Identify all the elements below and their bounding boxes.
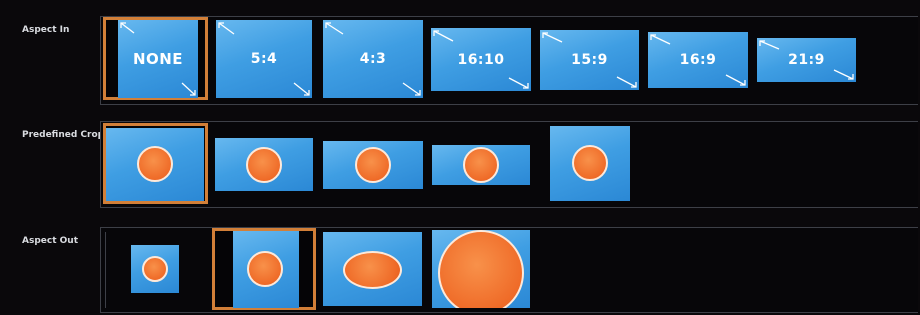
aspect-out-option-3[interactable]	[323, 232, 422, 306]
crop-option-2[interactable]	[215, 138, 313, 191]
crop-option-1[interactable]	[106, 128, 204, 201]
crop-option-5[interactable]	[550, 126, 630, 201]
aspect-in-label: Aspect In	[22, 25, 70, 35]
aspect-out-option-2[interactable]	[233, 231, 299, 308]
aspect-option-label: 21:9	[788, 52, 825, 68]
aspect-out-option-1[interactable]	[131, 245, 179, 293]
circle-icon	[247, 251, 283, 287]
circle-icon	[246, 147, 282, 183]
circle-icon	[572, 145, 608, 181]
aspect-in-option-5-4[interactable]: 5:4	[216, 20, 312, 98]
aspect-in-option-15-9[interactable]: 15:9	[540, 30, 639, 90]
aspect-option-label: 16:9	[679, 52, 717, 68]
aspect-option-label: NONE	[132, 50, 184, 68]
circle-icon	[142, 256, 168, 282]
aspect-in-option-none[interactable]: NONE	[118, 20, 198, 98]
aspect-option-label: 15:9	[571, 52, 608, 68]
crop-option-4[interactable]	[432, 145, 530, 185]
predefined-crop-label: Predefined Crop	[22, 130, 105, 140]
circle-icon	[463, 147, 499, 183]
aspect-in-option-16-9[interactable]: 16:9	[648, 32, 748, 88]
panel-divider	[105, 232, 106, 308]
aspect-in-option-16-10[interactable]: 16:10	[431, 28, 531, 91]
large-circle-icon	[438, 230, 524, 308]
aspect-option-label: 16:10	[457, 51, 505, 68]
aspect-out-label: Aspect Out	[22, 236, 78, 246]
crop-option-3[interactable]	[323, 141, 423, 189]
aspect-out-option-4[interactable]	[432, 230, 530, 308]
circle-icon	[355, 147, 391, 183]
aspect-option-label: 4:3	[359, 51, 387, 67]
aspect-in-option-21-9[interactable]: 21:9	[757, 38, 856, 82]
circle-icon	[137, 146, 173, 182]
aspect-option-label: 5:4	[250, 51, 278, 67]
aspect-in-option-4-3[interactable]: 4:3	[323, 20, 423, 98]
oval-icon	[343, 251, 402, 289]
